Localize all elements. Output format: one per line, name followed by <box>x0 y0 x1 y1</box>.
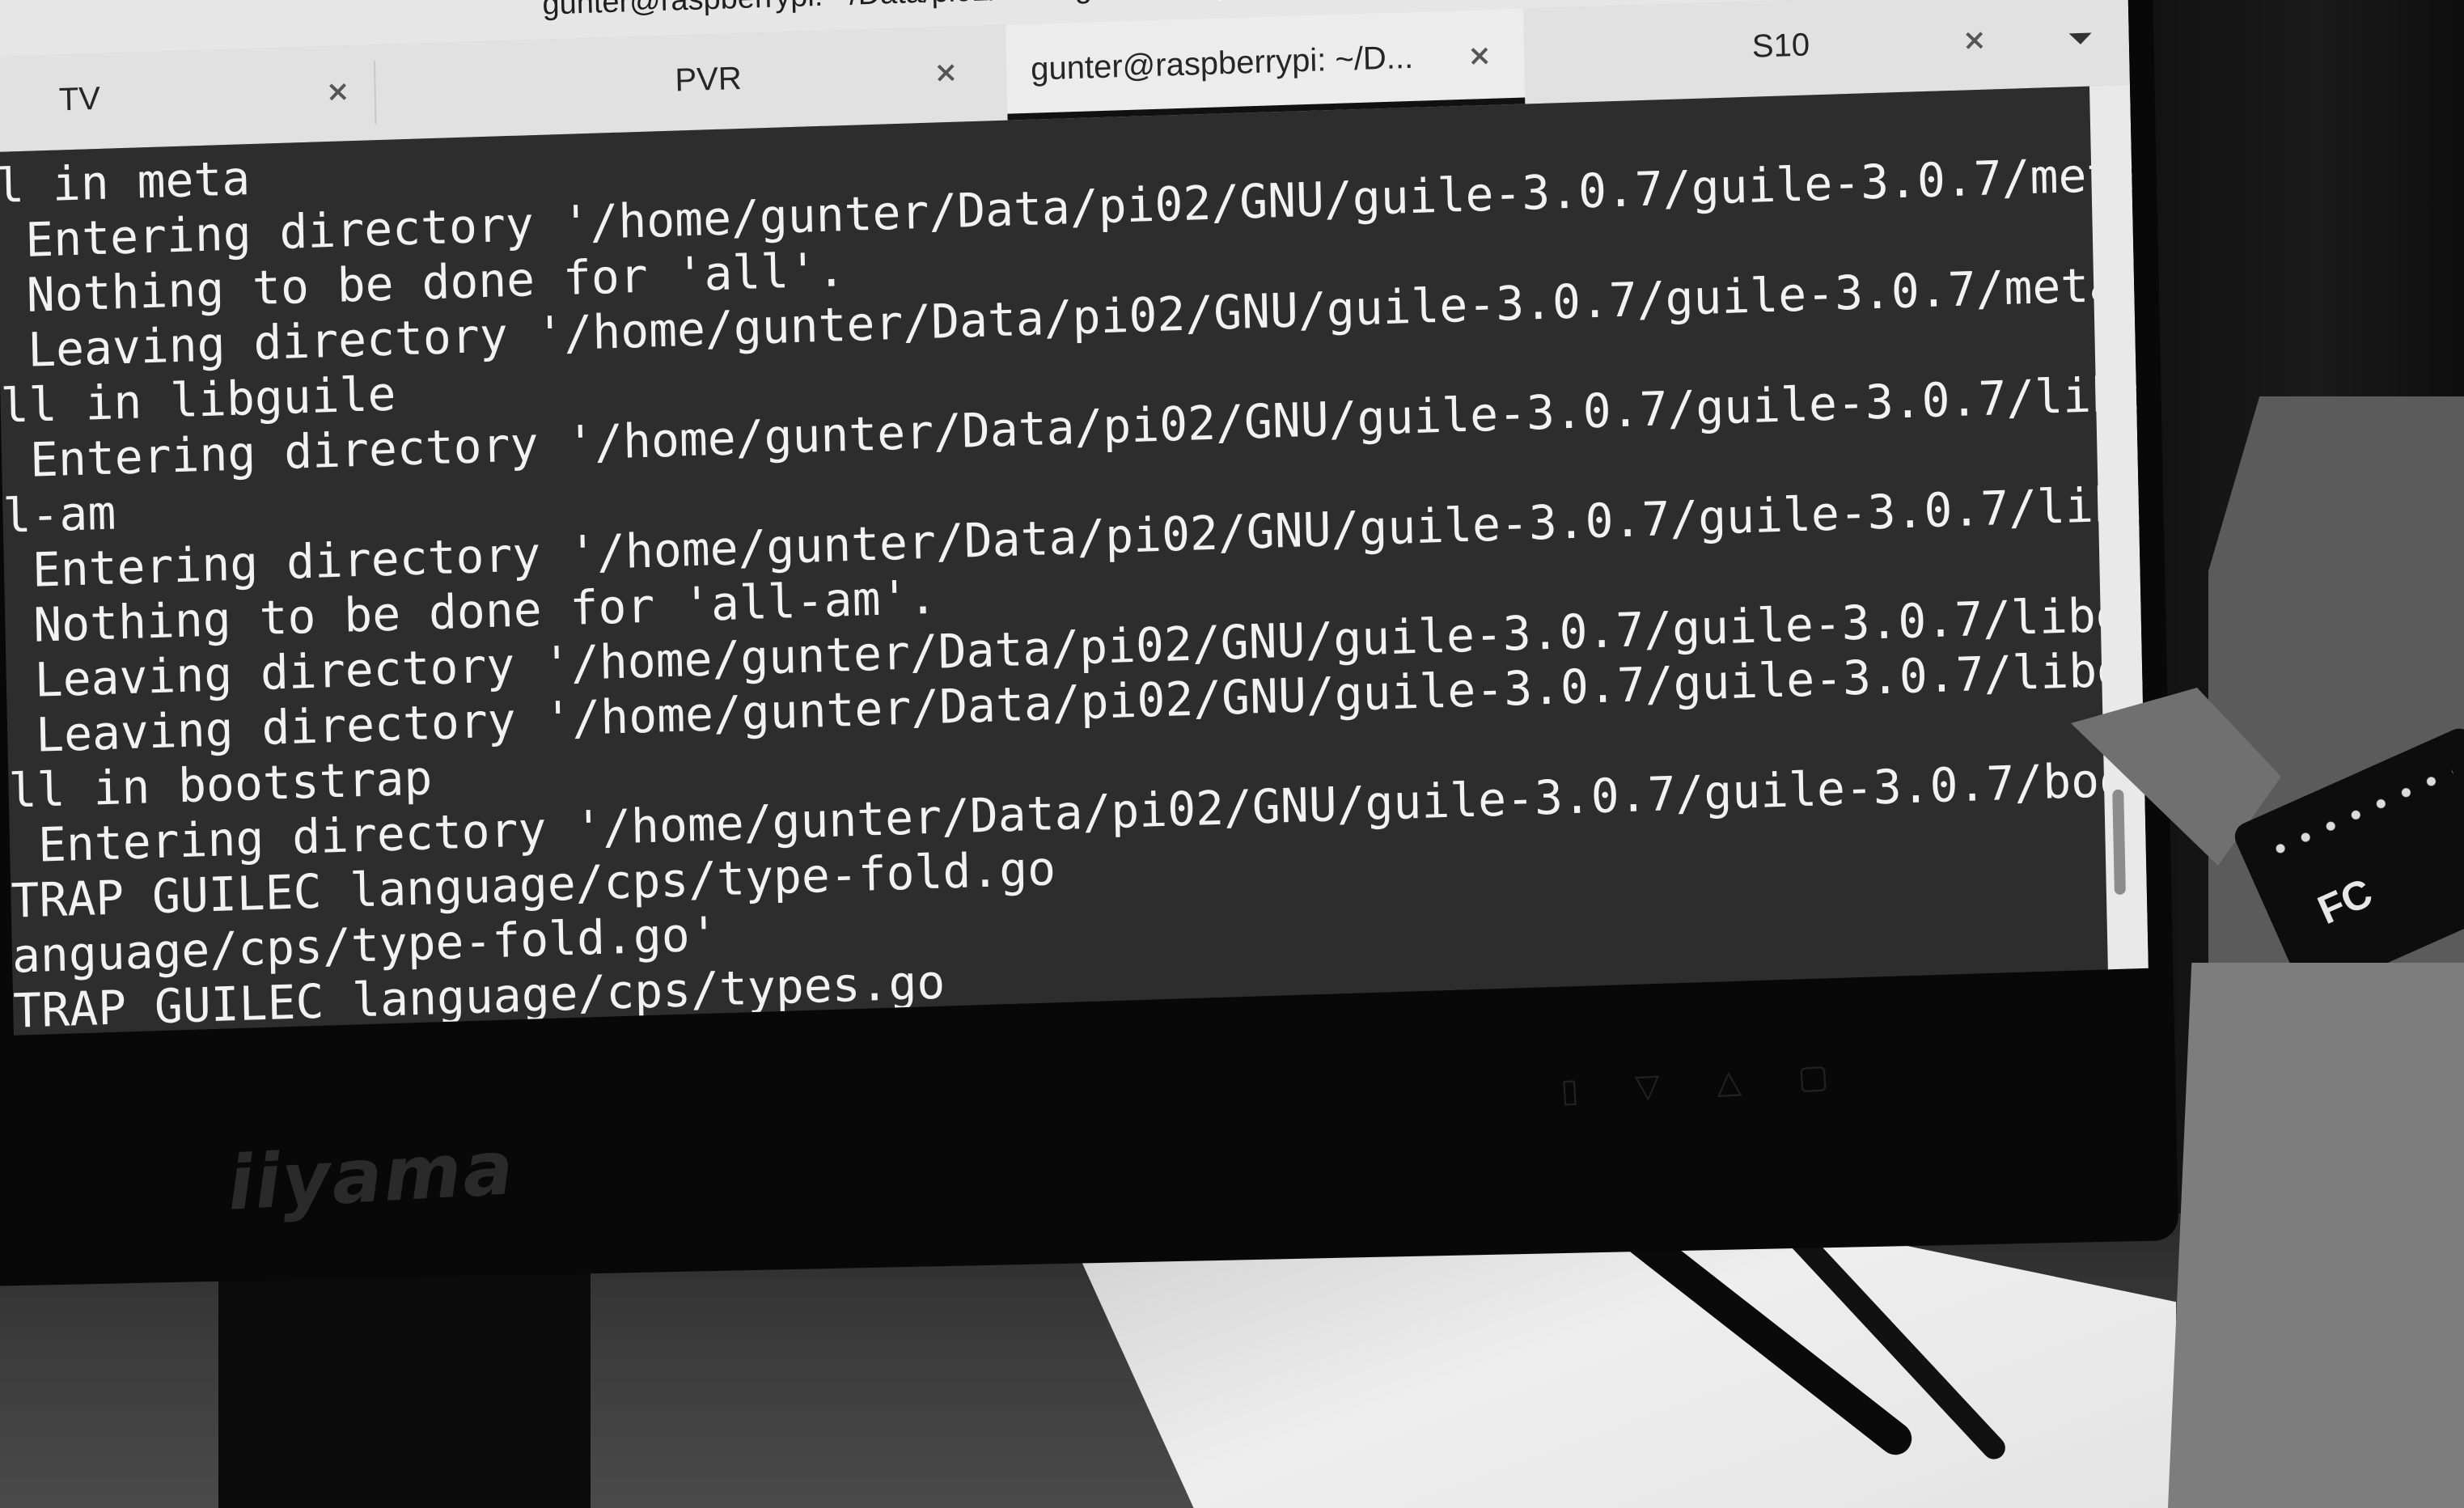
monitor-hardware-buttons: ▯▽△▢ <box>1560 1054 1886 1111</box>
fcc-logo-icon: FC <box>2311 869 2379 934</box>
tab-s10[interactable]: S10 <box>1525 0 2036 104</box>
monitor-screen: gunter@raspberrypi: ~/Data/pi02/GNU/guil… <box>0 0 2149 1036</box>
tab-terminal-active[interactable]: gunter@raspberrypi: ~/D... <box>1005 8 1526 121</box>
tab-label: PVR <box>675 60 743 99</box>
close-icon[interactable] <box>1467 44 1492 69</box>
mouse-pointer-icon <box>1205 0 1230 2</box>
close-icon[interactable] <box>1962 28 1987 53</box>
cardboard-box: FC <box>2071 348 2464 1508</box>
tab-tv[interactable]: TV <box>0 44 375 152</box>
close-icon[interactable] <box>325 79 350 104</box>
box-front-panel <box>2168 963 2464 1508</box>
monitor-stand <box>218 1262 591 1508</box>
tab-label: S10 <box>1751 27 1810 65</box>
terminal-output[interactable]: l in meta Entering directory '/home/gunt… <box>0 86 2149 1036</box>
monitor-brand-logo: iiyama <box>225 1125 517 1227</box>
tab-label: gunter@raspberrypi: ~/D... <box>1030 39 1414 87</box>
chevron-down-icon[interactable] <box>2064 26 2097 51</box>
tab-label: TV <box>58 80 101 118</box>
terminal-lines: l in meta Entering directory '/home/gunt… <box>0 86 2149 1035</box>
close-icon[interactable] <box>934 61 959 86</box>
photo-scene: iiyama ▯▽△▢ gunter@raspberrypi: ~/Data/p… <box>0 0 2464 1508</box>
